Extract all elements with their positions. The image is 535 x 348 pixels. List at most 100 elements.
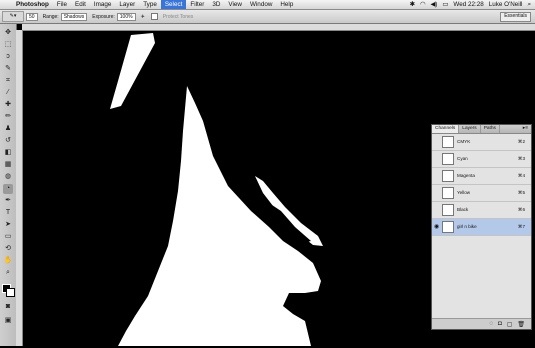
visibility-toggle[interactable] [434,173,440,179]
panel-menu-icon[interactable]: ▸≡ [523,125,531,133]
tab-paths[interactable]: Paths [481,125,500,133]
user-name[interactable]: Luke O'Neill [489,1,523,8]
menu-image[interactable]: Image [90,0,116,9]
channel-shortcut: ⌘2 [517,139,525,144]
lasso-tool-icon[interactable]: ↄ [3,52,13,62]
exposure-field[interactable]: 100% [116,12,136,21]
vertical-ruler [16,30,23,346]
channel-shortcut: ⌘5 [517,190,525,195]
shape-tool-icon[interactable]: ▭ [3,232,13,242]
menu-window[interactable]: Window [246,0,276,9]
path-select-tool-icon[interactable]: ➤ [3,220,13,230]
protect-tones-checkbox[interactable] [150,13,158,20]
channels-panel: Channels Layers Paths ▸≡ CMYK ⌘2 Cyan ⌘3… [431,124,532,330]
visibility-toggle[interactable] [434,190,440,196]
channel-shortcut: ⌘7 [517,224,525,229]
visibility-toggle[interactable] [434,156,440,162]
background-color-swatch[interactable] [6,288,15,297]
tab-layers[interactable]: Layers [459,125,481,133]
menu-bar: Photoshop File Edit Image Layer Type Sel… [0,0,535,10]
protect-tones-label: Protect Tones [162,13,194,20]
battery-icon[interactable]: ▭ [442,1,448,8]
clock[interactable]: Wed 22:28 [453,1,483,8]
stamp-tool-icon[interactable]: ♟ [3,124,13,134]
screen-mode-icon[interactable]: ▣ [3,316,13,326]
options-bar: ✎▾ 50 Range: Shadows Exposure: 100% ✈ Pr… [0,10,535,24]
tool-preset-picker[interactable]: ✎▾ [2,11,24,22]
pen-tool-icon[interactable]: ✒ [3,196,13,206]
spotlight-icon[interactable]: ⌕ [527,1,531,9]
channel-name: Magenta [457,173,475,178]
quick-select-tool-icon[interactable]: ✎ [3,64,13,74]
eraser-tool-icon[interactable]: ◧ [3,148,13,158]
menu-view[interactable]: View [224,0,246,9]
visibility-toggle[interactable] [434,139,440,145]
channel-name: Cyan [457,156,468,161]
channel-thumbnail [442,204,454,216]
range-label: Range: [42,13,59,20]
channel-name: CMYK [457,139,471,144]
move-tool-icon[interactable]: ✥ [3,28,13,38]
menu-type[interactable]: Type [139,0,161,9]
panel-footer: ◌ ◘ ▢ 🗑 [432,318,531,329]
trash-icon[interactable]: 🗑 [517,321,525,328]
channel-thumbnail [442,221,454,233]
quick-mask-icon[interactable]: ◙ [3,302,13,312]
volume-icon[interactable]: ◀) [430,1,437,8]
menu-edit[interactable]: Edit [71,0,90,9]
upper-white-shape [110,33,155,109]
wifi-icon[interactable]: ◠ [420,1,426,8]
channel-name: Black [457,207,469,212]
channel-row[interactable]: Black ⌘6 [432,202,531,219]
load-selection-icon[interactable]: ◌ [490,321,494,327]
channel-shortcut: ⌘3 [517,156,525,161]
new-channel-icon[interactable]: ▢ [507,321,513,328]
bluetooth-icon[interactable]: ✱ [410,1,415,8]
eyedropper-tool-icon[interactable]: ⁄ [3,88,13,98]
channel-shortcut: ⌘6 [517,207,525,212]
eye-icon[interactable]: ◉ [434,224,440,230]
history-brush-tool-icon[interactable]: ↺ [3,136,13,146]
save-selection-icon[interactable]: ◘ [498,321,502,327]
workspace-switcher[interactable]: Essentials [500,12,531,22]
channel-thumbnail [442,187,454,199]
menu-file[interactable]: File [53,0,71,9]
channel-row[interactable]: ◉ girl n bike ⌘7 [432,219,531,236]
type-tool-icon[interactable]: T [3,208,13,218]
channel-row[interactable]: Yellow ⌘5 [432,185,531,202]
channel-thumbnail [442,153,454,165]
horizontal-ruler [22,24,535,31]
3d-rotate-tool-icon[interactable]: ⟲ [3,244,13,254]
channel-thumbnail [442,170,454,182]
channel-shortcut: ⌘4 [517,173,525,178]
tools-panel: ✥ ⬚ ↄ ✎ ⌗ ⁄ ✚ ✏ ♟ ↺ ◧ ▦ ◍ ◔ ✒ T ➤ ▭ ⟲ ✋ … [0,24,17,346]
gradient-tool-icon[interactable]: ▦ [3,160,13,170]
exposure-label: Exposure: [92,13,115,20]
range-select[interactable]: Shadows [60,12,88,21]
airbrush-icon[interactable]: ✈ [141,14,145,20]
channel-name: Yellow [457,190,471,195]
menu-3d[interactable]: 3D [208,0,224,9]
visibility-toggle[interactable] [434,207,440,213]
crop-tool-icon[interactable]: ⌗ [3,76,13,86]
zoom-tool-icon[interactable]: ⌕ [3,268,13,278]
menu-help[interactable]: Help [276,0,297,9]
dodge-tool-icon[interactable]: ◔ [3,184,13,194]
marquee-tool-icon[interactable]: ⬚ [3,40,13,50]
menu-filter[interactable]: Filter [186,0,208,9]
channel-row[interactable]: Magenta ⌘4 [432,168,531,185]
menu-extras: ✱ ◠ ◀) ▭ Wed 22:28 Luke O'Neill ⌕ [410,0,531,9]
menu-select[interactable]: Select [160,0,187,9]
channel-thumbnail [442,136,454,148]
channel-name: girl n bike [457,224,477,229]
hand-tool-icon[interactable]: ✋ [3,256,13,266]
blur-tool-icon[interactable]: ◍ [3,172,13,182]
channel-row[interactable]: CMYK ⌘2 [432,134,531,151]
tab-channels[interactable]: Channels [432,125,460,133]
menu-layer[interactable]: Layer [115,0,139,9]
brush-size[interactable]: 50 [26,12,38,21]
menu-app[interactable]: Photoshop [12,0,53,9]
channel-row[interactable]: Cyan ⌘3 [432,151,531,168]
healing-tool-icon[interactable]: ✚ [3,100,13,110]
brush-tool-icon[interactable]: ✏ [3,112,13,122]
